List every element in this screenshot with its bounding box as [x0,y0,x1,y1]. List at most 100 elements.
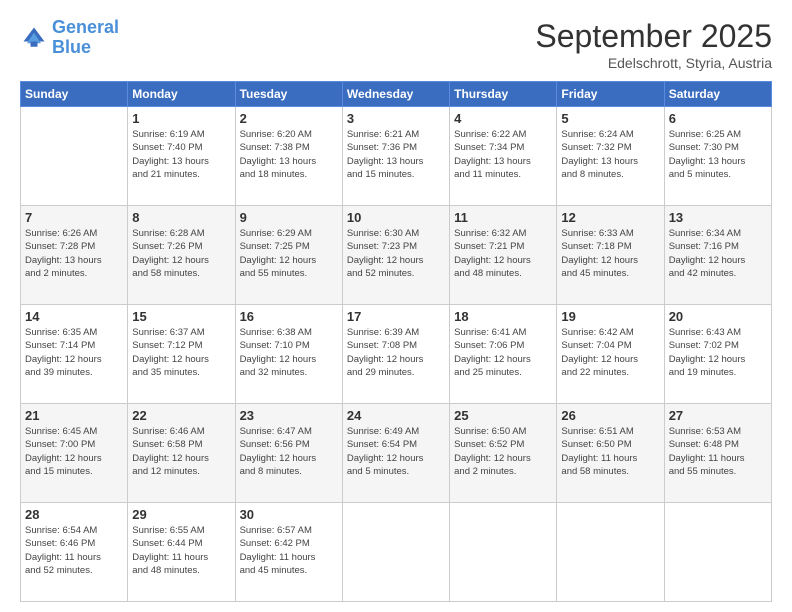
day-number: 19 [561,309,659,324]
calendar-cell: 23 Sunrise: 6:47 AM Sunset: 6:56 PM Dayli… [235,404,342,503]
calendar-cell: 7 Sunrise: 6:26 AM Sunset: 7:28 PM Daylig… [21,206,128,305]
day-info: Sunrise: 6:21 AM Sunset: 7:36 PM Dayligh… [347,128,445,181]
day-info: Sunrise: 6:49 AM Sunset: 6:54 PM Dayligh… [347,425,445,478]
calendar-week-1: 7 Sunrise: 6:26 AM Sunset: 7:28 PM Daylig… [21,206,772,305]
calendar-cell: 22 Sunrise: 6:46 AM Sunset: 6:58 PM Dayli… [128,404,235,503]
day-number: 8 [132,210,230,225]
calendar-cell: 14Sunrise: 6:35 AM Sunset: 7:14 PM Dayli… [21,305,128,404]
logo: General Blue [20,18,119,58]
weekday-header-sunday: Sunday [21,82,128,107]
location: Edelschrott, Styria, Austria [535,55,772,71]
day-number: 30 [240,507,338,522]
day-number: 13 [669,210,767,225]
calendar-cell: 19 Sunrise: 6:42 AM Sunset: 7:04 PM Dayli… [557,305,664,404]
day-number: 17 [347,309,445,324]
day-info: Sunrise: 6:46 AM Sunset: 6:58 PM Dayligh… [132,425,230,478]
calendar-cell: 9 Sunrise: 6:29 AM Sunset: 7:25 PM Daylig… [235,206,342,305]
calendar-cell: 27 Sunrise: 6:53 AM Sunset: 6:48 PM Dayli… [664,404,771,503]
day-info: Sunrise: 6:28 AM Sunset: 7:26 PM Dayligh… [132,227,230,280]
day-info: Sunrise: 6:30 AM Sunset: 7:23 PM Dayligh… [347,227,445,280]
day-info: Sunrise: 6:34 AM Sunset: 7:16 PM Dayligh… [669,227,767,280]
calendar-header: SundayMondayTuesdayWednesdayThursdayFrid… [21,82,772,107]
day-number: 6 [669,111,767,126]
day-number: 7 [25,210,123,225]
calendar-body: 1 Sunrise: 6:19 AM Sunset: 7:40 PM Daylig… [21,107,772,602]
calendar-cell: 5Sunrise: 6:24 AM Sunset: 7:32 PM Daylig… [557,107,664,206]
title-block: September 2025 Edelschrott, Styria, Aust… [535,18,772,71]
calendar-cell: 4 Sunrise: 6:22 AM Sunset: 7:34 PM Daylig… [450,107,557,206]
day-info: Sunrise: 6:41 AM Sunset: 7:06 PM Dayligh… [454,326,552,379]
day-info: Sunrise: 6:37 AM Sunset: 7:12 PM Dayligh… [132,326,230,379]
day-number: 2 [240,111,338,126]
day-info: Sunrise: 6:20 AM Sunset: 7:38 PM Dayligh… [240,128,338,181]
calendar-cell: 3Sunrise: 6:21 AM Sunset: 7:36 PM Daylig… [342,107,449,206]
day-info: Sunrise: 6:53 AM Sunset: 6:48 PM Dayligh… [669,425,767,478]
day-number: 12 [561,210,659,225]
day-number: 11 [454,210,552,225]
calendar-cell [21,107,128,206]
calendar-cell: 29Sunrise: 6:55 AM Sunset: 6:44 PM Dayli… [128,503,235,602]
day-info: Sunrise: 6:54 AM Sunset: 6:46 PM Dayligh… [25,524,123,577]
day-number: 20 [669,309,767,324]
calendar-cell [664,503,771,602]
weekday-row: SundayMondayTuesdayWednesdayThursdayFrid… [21,82,772,107]
day-number: 26 [561,408,659,423]
calendar-table: SundayMondayTuesdayWednesdayThursdayFrid… [20,81,772,602]
calendar-week-3: 21Sunrise: 6:45 AM Sunset: 7:00 PM Dayli… [21,404,772,503]
day-info: Sunrise: 6:51 AM Sunset: 6:50 PM Dayligh… [561,425,659,478]
calendar-cell: 21Sunrise: 6:45 AM Sunset: 7:00 PM Dayli… [21,404,128,503]
weekday-header-monday: Monday [128,82,235,107]
day-number: 9 [240,210,338,225]
calendar-week-0: 1 Sunrise: 6:19 AM Sunset: 7:40 PM Daylig… [21,107,772,206]
page: General Blue September 2025 Edelschrott,… [0,0,792,612]
day-number: 22 [132,408,230,423]
calendar-cell: 11 Sunrise: 6:32 AM Sunset: 7:21 PM Dayli… [450,206,557,305]
day-info: Sunrise: 6:47 AM Sunset: 6:56 PM Dayligh… [240,425,338,478]
calendar-cell: 26 Sunrise: 6:51 AM Sunset: 6:50 PM Dayli… [557,404,664,503]
day-info: Sunrise: 6:35 AM Sunset: 7:14 PM Dayligh… [25,326,123,379]
calendar-cell: 1 Sunrise: 6:19 AM Sunset: 7:40 PM Daylig… [128,107,235,206]
day-number: 25 [454,408,552,423]
calendar-cell: 25 Sunrise: 6:50 AM Sunset: 6:52 PM Dayli… [450,404,557,503]
day-info: Sunrise: 6:19 AM Sunset: 7:40 PM Dayligh… [132,128,230,181]
logo-icon [20,24,48,52]
day-number: 4 [454,111,552,126]
day-number: 15 [132,309,230,324]
day-info: Sunrise: 6:26 AM Sunset: 7:28 PM Dayligh… [25,227,123,280]
day-info: Sunrise: 6:22 AM Sunset: 7:34 PM Dayligh… [454,128,552,181]
calendar-week-2: 14Sunrise: 6:35 AM Sunset: 7:14 PM Dayli… [21,305,772,404]
calendar-cell: 28 Sunrise: 6:54 AM Sunset: 6:46 PM Dayli… [21,503,128,602]
calendar-cell: 24Sunrise: 6:49 AM Sunset: 6:54 PM Dayli… [342,404,449,503]
day-info: Sunrise: 6:57 AM Sunset: 6:42 PM Dayligh… [240,524,338,577]
calendar-cell: 20 Sunrise: 6:43 AM Sunset: 7:02 PM Dayli… [664,305,771,404]
weekday-header-wednesday: Wednesday [342,82,449,107]
day-number: 28 [25,507,123,522]
day-number: 23 [240,408,338,423]
calendar-cell: 17Sunrise: 6:39 AM Sunset: 7:08 PM Dayli… [342,305,449,404]
calendar-week-4: 28 Sunrise: 6:54 AM Sunset: 6:46 PM Dayli… [21,503,772,602]
calendar-cell: 2 Sunrise: 6:20 AM Sunset: 7:38 PM Daylig… [235,107,342,206]
day-info: Sunrise: 6:50 AM Sunset: 6:52 PM Dayligh… [454,425,552,478]
day-info: Sunrise: 6:55 AM Sunset: 6:44 PM Dayligh… [132,524,230,577]
weekday-header-thursday: Thursday [450,82,557,107]
calendar-cell [450,503,557,602]
calendar-cell: 30 Sunrise: 6:57 AM Sunset: 6:42 PM Dayli… [235,503,342,602]
day-number: 10 [347,210,445,225]
day-info: Sunrise: 6:43 AM Sunset: 7:02 PM Dayligh… [669,326,767,379]
calendar-cell: 13 Sunrise: 6:34 AM Sunset: 7:16 PM Dayli… [664,206,771,305]
day-number: 16 [240,309,338,324]
logo-line1: General [52,17,119,37]
day-info: Sunrise: 6:29 AM Sunset: 7:25 PM Dayligh… [240,227,338,280]
calendar-cell: 16Sunrise: 6:38 AM Sunset: 7:10 PM Dayli… [235,305,342,404]
day-info: Sunrise: 6:33 AM Sunset: 7:18 PM Dayligh… [561,227,659,280]
day-number: 1 [132,111,230,126]
weekday-header-friday: Friday [557,82,664,107]
day-number: 27 [669,408,767,423]
logo-text: General Blue [52,18,119,58]
day-info: Sunrise: 6:32 AM Sunset: 7:21 PM Dayligh… [454,227,552,280]
day-number: 21 [25,408,123,423]
calendar-cell [342,503,449,602]
calendar-cell [557,503,664,602]
calendar-cell: 18Sunrise: 6:41 AM Sunset: 7:06 PM Dayli… [450,305,557,404]
day-info: Sunrise: 6:42 AM Sunset: 7:04 PM Dayligh… [561,326,659,379]
